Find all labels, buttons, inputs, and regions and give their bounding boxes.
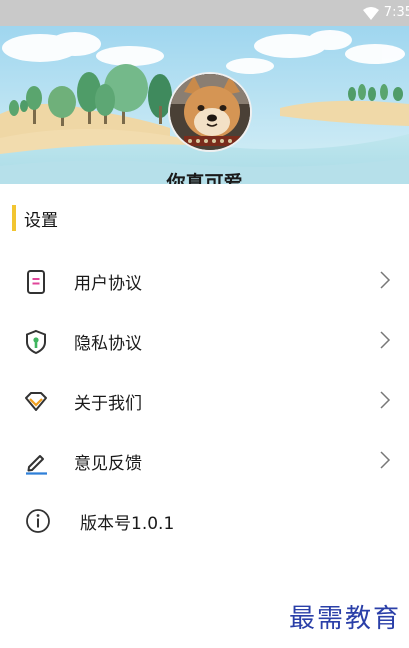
- edit-icon: [26, 455, 47, 475]
- info-icon: [26, 509, 50, 533]
- menu-item-privacy-policy[interactable]: 隐私协议: [0, 312, 409, 368]
- chevron-right-icon: [380, 451, 391, 469]
- user-name: 你真可爱: [166, 172, 243, 184]
- menu-item-feedback[interactable]: 意见反馈: [0, 432, 409, 488]
- shield-icon: [26, 329, 46, 355]
- wifi-icon: [363, 7, 379, 20]
- menu-item-label: 隐私协议: [74, 334, 142, 354]
- section-title: 设置: [24, 211, 58, 231]
- section-accent-bar: [12, 205, 16, 231]
- menu-item-label: 意见反馈: [74, 454, 142, 474]
- status-time: 7:35: [383, 5, 409, 20]
- watermark-text: 最需教育: [288, 604, 401, 634]
- chevron-right-icon: [380, 271, 391, 289]
- diamond-icon: [25, 392, 47, 411]
- menu-item-label: 用户协议: [74, 274, 142, 294]
- menu-item-label: 关于我们: [74, 394, 142, 414]
- avatar[interactable]: [168, 72, 252, 152]
- menu-item-about-us[interactable]: 关于我们: [0, 372, 409, 428]
- status-bar: 7:35: [0, 0, 409, 26]
- profile-banner: 你真可爱: [0, 26, 409, 184]
- menu-item-user-agreement[interactable]: 用户协议: [0, 252, 409, 308]
- document-icon: [27, 270, 45, 294]
- chevron-right-icon: [380, 331, 391, 349]
- version-row: 版本号1.0.1: [0, 493, 409, 549]
- version-label: 版本号1.0.1: [80, 514, 175, 534]
- chevron-right-icon: [380, 391, 391, 409]
